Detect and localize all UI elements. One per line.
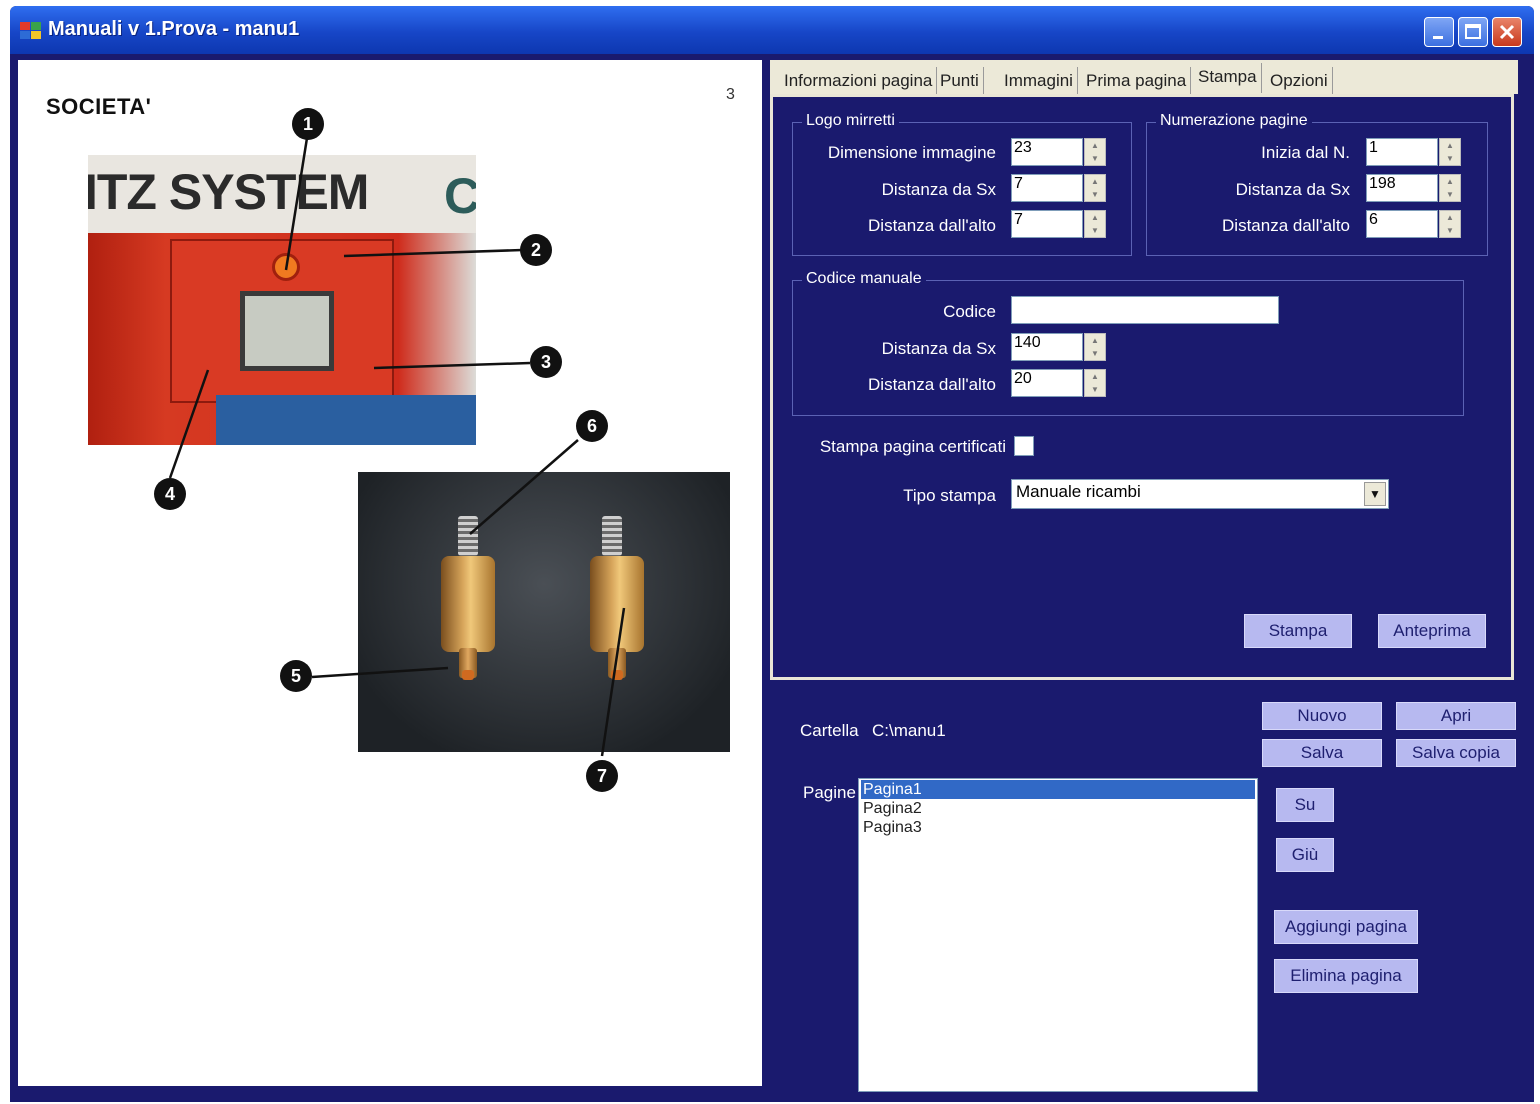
chevron-down-icon[interactable]: ▼ — [1364, 482, 1386, 506]
spin-up-icon[interactable]: ▲ — [1440, 139, 1460, 152]
list-item[interactable]: Pagina2 — [861, 799, 1255, 818]
pagine-label: Pagine — [803, 783, 856, 802]
tab-immagini[interactable]: Immagini — [1000, 67, 1078, 94]
codice-label: Codice — [943, 302, 996, 321]
callout-6[interactable]: 6 — [576, 410, 608, 442]
inizia-input[interactable]: 1 — [1366, 138, 1438, 166]
inizia-label: Inizia dal N. — [1261, 143, 1350, 162]
num-distanza-alto-input[interactable]: 6 — [1366, 210, 1438, 238]
dimensione-input[interactable]: 23 — [1011, 138, 1083, 166]
spin-down-icon[interactable]: ▼ — [1440, 188, 1460, 201]
su-button[interactable]: Su — [1276, 788, 1334, 822]
logo-group-title: Logo mirretti — [802, 112, 899, 130]
codice-group-title: Codice manuale — [802, 270, 926, 288]
num-distanza-alto-label: Distanza dall'alto — [1222, 216, 1350, 235]
spin-up-icon[interactable]: ▲ — [1085, 139, 1105, 152]
anteprima-button[interactable]: Anteprima — [1378, 614, 1486, 648]
maximize-icon — [1465, 24, 1481, 39]
page-preview[interactable]: SOCIETA' 3 ITZ SYSTEM C 1 2 3 4 5 6 7 — [18, 60, 762, 1086]
list-item[interactable]: Pagina3 — [861, 818, 1255, 837]
spin-down-icon[interactable]: ▼ — [1440, 152, 1460, 165]
certificati-checkbox[interactable] — [1014, 436, 1034, 456]
num-distanza-sx-label: Distanza da Sx — [1235, 180, 1350, 199]
pages-listbox[interactable]: Pagina1 Pagina2 Pagina3 — [858, 778, 1258, 1092]
list-item[interactable]: Pagina1 — [861, 780, 1255, 799]
certificati-label: Stampa pagina certificati — [819, 437, 1006, 456]
spin-up-icon[interactable]: ▲ — [1085, 370, 1105, 383]
salva-copia-button[interactable]: Salva copia — [1396, 739, 1516, 767]
codice-distanza-alto-input[interactable]: 20 — [1011, 369, 1083, 397]
num-distanza-alto-spinner[interactable]: ▲ ▼ — [1439, 210, 1461, 238]
dimensione-label: Dimensione immagine — [827, 143, 996, 162]
spin-down-icon[interactable]: ▼ — [1085, 152, 1105, 165]
callout-5[interactable]: 5 — [280, 660, 312, 692]
spin-up-icon[interactable]: ▲ — [1440, 175, 1460, 188]
logo-distanza-alto-input[interactable]: 7 — [1011, 210, 1083, 238]
apri-button[interactable]: Apri — [1396, 702, 1516, 730]
logo-distanza-sx-spinner[interactable]: ▲ ▼ — [1084, 174, 1106, 202]
tab-informazioni-pagina[interactable]: Informazioni pagina — [780, 67, 938, 94]
spin-up-icon[interactable]: ▲ — [1440, 211, 1460, 224]
codice-distanza-sx-spinner[interactable]: ▲ ▼ — [1084, 333, 1106, 361]
close-button[interactable] — [1492, 17, 1522, 47]
giu-button[interactable]: Giù — [1276, 838, 1334, 872]
logo-distanza-alto-spinner[interactable]: ▲ ▼ — [1084, 210, 1106, 238]
callout-7[interactable]: 7 — [586, 760, 618, 792]
spin-down-icon[interactable]: ▼ — [1440, 224, 1460, 237]
codice-distanza-alto-label: Distanza dall'alto — [868, 375, 996, 394]
dimensione-spinner[interactable]: ▲ ▼ — [1084, 138, 1106, 166]
spin-down-icon[interactable]: ▼ — [1085, 383, 1105, 396]
callout-4[interactable]: 4 — [154, 478, 186, 510]
tab-strip: Informazioni pagina Punti Immagini Prima… — [770, 60, 1518, 94]
callout-3[interactable]: 3 — [530, 346, 562, 378]
elimina-pagina-button[interactable]: Elimina pagina — [1274, 959, 1418, 993]
cartella-path: C:\manu1 — [872, 721, 946, 740]
tipo-stampa-select[interactable]: Manuale ricambi — [1011, 479, 1389, 509]
minimize-button[interactable] — [1424, 17, 1454, 47]
cartella-label: Cartella — [800, 721, 859, 740]
app-icon — [20, 22, 41, 39]
inizia-spinner[interactable]: ▲ ▼ — [1439, 138, 1461, 166]
title-bar[interactable]: Manuali v 1.Prova - manu1 — [10, 6, 1534, 54]
window-title: Manuali v 1.Prova - manu1 — [48, 18, 300, 40]
codice-distanza-sx-label: Distanza da Sx — [881, 339, 996, 358]
num-distanza-sx-spinner[interactable]: ▲ ▼ — [1439, 174, 1461, 202]
salva-button[interactable]: Salva — [1262, 739, 1382, 767]
numerazione-group-title: Numerazione pagine — [1156, 112, 1312, 130]
spin-down-icon[interactable]: ▼ — [1085, 347, 1105, 360]
codice-distanza-alto-spinner[interactable]: ▲ ▼ — [1084, 369, 1106, 397]
tab-punti[interactable]: Punti — [936, 67, 984, 94]
logo-distanza-alto-label: Distanza dall'alto — [868, 216, 996, 235]
tab-prima-pagina[interactable]: Prima pagina — [1082, 67, 1192, 94]
callout-1[interactable]: 1 — [292, 108, 324, 140]
stampa-button[interactable]: Stampa — [1244, 614, 1352, 648]
spin-down-icon[interactable]: ▼ — [1085, 224, 1105, 237]
spin-up-icon[interactable]: ▲ — [1085, 334, 1105, 347]
close-icon — [1499, 24, 1515, 40]
codice-input[interactable] — [1011, 296, 1279, 324]
callout-2[interactable]: 2 — [520, 234, 552, 266]
tab-stampa[interactable]: Stampa — [1194, 63, 1262, 93]
nuovo-button[interactable]: Nuovo — [1262, 702, 1382, 730]
minimize-icon — [1433, 36, 1443, 39]
tab-opzioni[interactable]: Opzioni — [1266, 67, 1333, 94]
codice-distanza-sx-input[interactable]: 140 — [1011, 333, 1083, 361]
spin-up-icon[interactable]: ▲ — [1085, 211, 1105, 224]
tipo-stampa-label: Tipo stampa — [903, 486, 996, 505]
callout-lines — [168, 137, 626, 757]
logo-distanza-sx-input[interactable]: 7 — [1011, 174, 1083, 202]
maximize-button[interactable] — [1458, 17, 1488, 47]
spin-down-icon[interactable]: ▼ — [1085, 188, 1105, 201]
logo-distanza-sx-label: Distanza da Sx — [881, 180, 996, 199]
aggiungi-pagina-button[interactable]: Aggiungi pagina — [1274, 910, 1418, 944]
spin-up-icon[interactable]: ▲ — [1085, 175, 1105, 188]
num-distanza-sx-input[interactable]: 198 — [1366, 174, 1438, 202]
